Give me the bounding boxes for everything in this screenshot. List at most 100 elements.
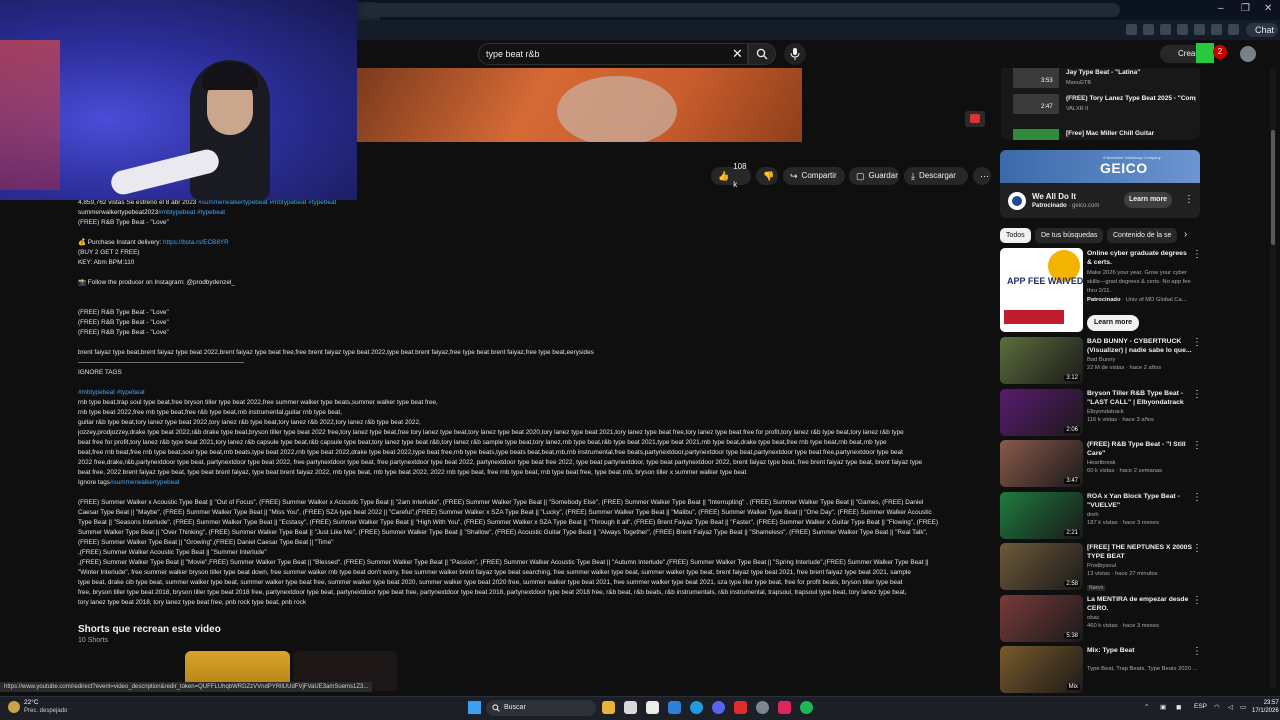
volume-icon[interactable]: ◁	[1228, 703, 1233, 711]
youtube-app-icon[interactable]	[734, 701, 747, 714]
sponsored-thumbnail[interactable]	[1000, 248, 1083, 332]
description-link[interactable]: #mbtypebeat #typebeat	[78, 389, 145, 396]
recommendation-item[interactable]: 2:06 Bryson Tiller R&B Type Beat - "LAST …	[1000, 389, 1202, 437]
youtube-watermark-icon[interactable]	[965, 111, 985, 127]
scrollbar-thumb[interactable]	[1271, 130, 1275, 245]
description-line: beat free, 2022 brent faiyaz type beat, …	[78, 468, 988, 478]
extension-icon[interactable]	[1228, 24, 1239, 35]
description-line: rnb type beat 2022,free rnb type beat,fr…	[78, 408, 988, 418]
chevron-right-icon[interactable]: ›	[1184, 229, 1187, 240]
share-button[interactable]: ↪ Compartir	[783, 167, 845, 185]
description-line: Summer Walker Type Beat || "Over Thinkin…	[78, 528, 988, 538]
minimize-icon[interactable]: –	[1218, 3, 1224, 14]
playlist-item[interactable]: 2:47 (FREE) Tory Lanez Type Beat 2025 - …	[1013, 94, 1196, 114]
weather-temperature[interactable]: 22°C	[24, 699, 39, 706]
download-button[interactable]: ⤓ Descargar	[904, 167, 968, 185]
extension-icon[interactable]	[1126, 24, 1137, 35]
edge-icon[interactable]	[690, 701, 703, 714]
chip-all[interactable]: Todos	[1000, 228, 1031, 243]
description-text: (FREE) R&B Type Beat - "Love"	[78, 219, 169, 226]
recommendation-item[interactable]: Mix Mix: Type Beat Type Beat, Trap Beats, …	[1000, 646, 1202, 694]
outlook-icon[interactable]	[668, 701, 681, 714]
description-text: ,(FREE) Summer Walker Type Beat || "Movi…	[78, 559, 929, 566]
description-link[interactable]: https://bsta.rs/ECB8YR	[163, 239, 229, 246]
recommendation-thumbnail[interactable]: Mix	[1000, 646, 1083, 693]
description-line: (FREE) Summer Walker Type Beat || "Growi…	[78, 538, 988, 548]
taskbar-search[interactable]: Buscar	[486, 700, 596, 716]
description-line: tory lanez type beat 2018, tory lanez ty…	[78, 598, 988, 608]
tray-app-icon[interactable]: ▣	[1160, 703, 1166, 711]
sponsored-learn-more-button[interactable]: Learn more	[1087, 315, 1139, 331]
recommendation-item[interactable]: 3:47 (FREE) R&B Type Beat - "I Still Care…	[1000, 440, 1202, 488]
recommendation-menu-icon[interactable]: ⋮	[1192, 646, 1202, 657]
recommendation-item[interactable]: 5:38 La MENTIRA de empezar desde CERO. oba…	[1000, 595, 1202, 643]
recommendation-menu-icon[interactable]: ⋮	[1192, 440, 1202, 451]
taskbar-clock[interactable]: 23:57 17/1/2026	[1252, 699, 1279, 715]
wifi-icon[interactable]: ◠	[1214, 703, 1220, 711]
app-icon[interactable]	[756, 701, 769, 714]
recommendation-menu-icon[interactable]: ⋮	[1192, 389, 1202, 400]
tray-app-icon[interactable]: ◼	[1176, 703, 1181, 711]
like-button[interactable]: 👍 108 k	[711, 162, 751, 189]
playlist-item[interactable]: 3:53 Jay Type Beat - "Latina" ManuGTB	[1013, 68, 1193, 88]
ad-menu-icon[interactable]: ⋮	[1184, 194, 1194, 205]
description-text: IGNORE TAGS	[78, 369, 122, 376]
discord-icon[interactable]	[712, 701, 725, 714]
more-actions-button[interactable]: ⋯	[973, 167, 991, 185]
description-line: Type Beat || "Seasons Interlude", (FREE)…	[78, 518, 988, 528]
recommendation-thumbnail[interactable]: 2:58	[1000, 543, 1083, 590]
extension-icon[interactable]	[1211, 24, 1222, 35]
ad-learn-more-button[interactable]: Learn more	[1124, 192, 1172, 208]
recommendation-item[interactable]: 2:58 [FREE] THE NEPTUNES X 2000S TYPE BEA…	[1000, 543, 1202, 591]
extension-icon[interactable]	[1143, 24, 1154, 35]
file-explorer-icon[interactable]	[602, 701, 615, 714]
extension-icon[interactable]	[1177, 24, 1188, 35]
clear-search-icon[interactable]: ✕	[732, 46, 743, 62]
playlist-item[interactable]: [Free] Mac Miller Chill Guitar	[1013, 129, 1193, 140]
extension-icon[interactable]	[1194, 24, 1205, 35]
windows-start-icon[interactable]	[468, 701, 481, 714]
store-icon[interactable]	[646, 701, 659, 714]
app-icon[interactable]	[778, 701, 791, 714]
chip-from-searches[interactable]: De tus búsquedas	[1035, 228, 1104, 243]
language-indicator[interactable]: ESP	[1194, 703, 1207, 710]
recommendation-thumbnail[interactable]: 3:47	[1000, 440, 1083, 487]
recommendation-thumbnail[interactable]: 3:12	[1000, 337, 1083, 384]
recommendation-item[interactable]: 3:12 BAD BUNNY - CYBERTRUCK (Visualizer) …	[1000, 337, 1202, 385]
recommendation-menu-icon[interactable]: ⋮	[1192, 595, 1202, 606]
stats-hashtags[interactable]: #summerwalkertypebeat #mbtypebeat #typeb…	[198, 199, 336, 206]
voice-search-button[interactable]	[784, 43, 806, 65]
account-avatar[interactable]	[1240, 46, 1256, 62]
weather-icon[interactable]	[8, 701, 20, 713]
recommendation-item[interactable]: 2:21 ROA x Yan Block Type Beat - "VUELVE"…	[1000, 492, 1202, 540]
sponsored-menu-icon[interactable]: ⋮	[1192, 249, 1202, 260]
search-button[interactable]	[748, 43, 776, 65]
tray-overflow-icon[interactable]: ⌃	[1144, 703, 1149, 711]
close-window-icon[interactable]: ✕	[1264, 3, 1272, 14]
save-button[interactable]: ▢ Guardar	[849, 167, 899, 185]
recommendation-thumbnail[interactable]: 5:38	[1000, 595, 1083, 642]
chip-related-content[interactable]: Contenido de la se	[1107, 228, 1177, 243]
maximize-icon[interactable]: ❐	[1241, 3, 1250, 14]
extension-icon[interactable]	[1160, 24, 1171, 35]
recommendation-menu-icon[interactable]: ⋮	[1192, 337, 1202, 348]
dislike-button[interactable]: 👎	[756, 167, 778, 185]
app-icon[interactable]	[624, 701, 637, 714]
battery-icon[interactable]: ▭	[1240, 703, 1246, 711]
description-link[interactable]: #summerwalkertypebeat	[110, 479, 180, 486]
spotify-icon[interactable]	[800, 701, 813, 714]
sponsored-description: Make 2026 your year. Grow your cyber ski…	[1087, 270, 1191, 294]
recommendation-thumbnail[interactable]: 2:21	[1000, 492, 1083, 539]
recommendation-menu-icon[interactable]: ⋮	[1192, 492, 1202, 503]
weather-description[interactable]: Prec. despejado	[24, 708, 67, 714]
notification-badge[interactable]: 2	[1213, 45, 1227, 59]
address-field[interactable]	[360, 3, 1120, 17]
recommendation-thumbnail[interactable]: 2:06	[1000, 389, 1083, 436]
duration-badge: 5:38	[1064, 633, 1080, 639]
recommendation-menu-icon[interactable]: ⋮	[1192, 543, 1202, 554]
recommendation-channel: Heartbreak	[1087, 460, 1116, 466]
description-link[interactable]: #mbtypebeat #typebeat	[158, 209, 225, 216]
video-player[interactable]	[357, 68, 802, 142]
chat-button[interactable]: Chat	[1246, 23, 1278, 37]
description-line: 💰 Purchase Instant delivery: https://bst…	[78, 238, 988, 248]
